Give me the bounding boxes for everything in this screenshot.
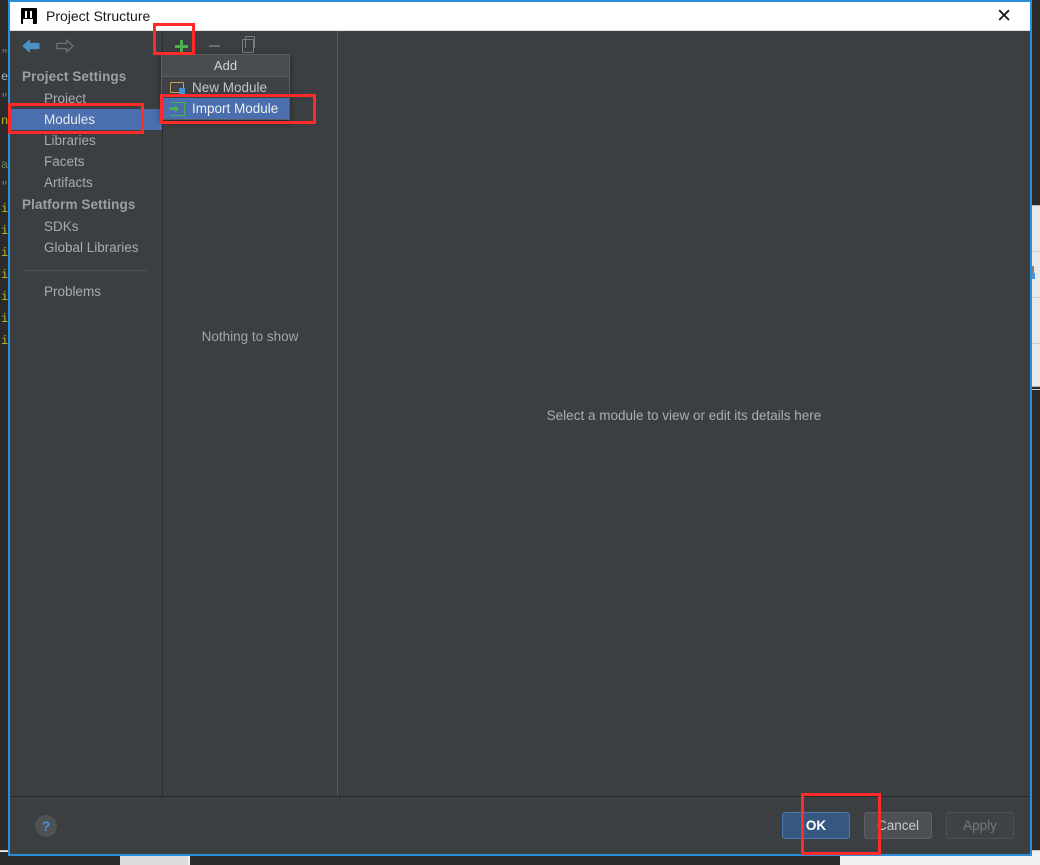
minus-icon: [209, 45, 220, 47]
sidebar-item-artifacts[interactable]: Artifacts: [10, 172, 162, 193]
cancel-button[interactable]: Cancel: [864, 812, 932, 839]
sidebar-item-global-libraries[interactable]: Global Libraries: [10, 237, 162, 258]
module-detail-panel: Select a module to view or edit its deta…: [338, 31, 1030, 796]
apply-button[interactable]: Apply: [946, 812, 1014, 839]
plus-icon: [174, 39, 189, 54]
settings-tree: Project Settings Project Modules Librari…: [10, 61, 162, 302]
copy-module-button[interactable]: [237, 36, 258, 56]
sidebar-divider: [24, 270, 148, 271]
dialog-title: Project Structure: [46, 8, 151, 24]
sidebar-item-modules[interactable]: Modules: [10, 109, 162, 130]
add-menu-title: Add: [162, 55, 289, 77]
intellij-logo-icon: [21, 8, 37, 24]
copy-icon: [241, 36, 255, 53]
import-module-icon: [169, 101, 185, 116]
add-module-button[interactable]: [171, 36, 192, 56]
navigation-row: [10, 31, 162, 61]
menu-item-import-module-label: Import Module: [192, 101, 279, 116]
forward-arrow-icon[interactable]: [55, 39, 74, 53]
tree-group-platform-settings: Platform Settings: [22, 197, 136, 212]
add-context-menu: Add New Module Import Module: [161, 54, 290, 120]
settings-sidebar: Project Settings Project Modules Librari…: [10, 31, 163, 796]
menu-item-new-module[interactable]: New Module: [162, 77, 289, 98]
menu-item-import-module[interactable]: Import Module: [162, 98, 289, 119]
sidebar-item-libraries[interactable]: Libraries: [10, 130, 162, 151]
sidebar-item-project[interactable]: Project: [10, 88, 162, 109]
dialog-body: Project Settings Project Modules Librari…: [10, 31, 1030, 796]
project-structure-dialog: Project Structure ✕ Project Settings Pro…: [8, 0, 1032, 856]
remove-module-button[interactable]: [204, 36, 225, 56]
ok-button[interactable]: OK: [782, 812, 850, 839]
modules-list-panel: Nothing to show: [163, 31, 338, 796]
menu-item-new-module-label: New Module: [192, 80, 268, 95]
close-icon[interactable]: ✕: [996, 7, 1012, 26]
dialog-footer: ? OK Cancel Apply: [10, 796, 1030, 854]
tree-group-project-settings: Project Settings: [22, 69, 127, 84]
modules-empty-message: Nothing to show: [201, 329, 299, 344]
detail-placeholder-message: Select a module to view or edit its deta…: [546, 408, 822, 423]
back-arrow-icon[interactable]: [22, 39, 41, 53]
new-module-folder-icon: [170, 81, 185, 94]
sidebar-item-facets[interactable]: Facets: [10, 151, 162, 172]
help-button[interactable]: ?: [35, 814, 57, 837]
sidebar-item-problems[interactable]: Problems: [10, 281, 162, 302]
dialog-titlebar: Project Structure ✕: [10, 2, 1030, 31]
sidebar-item-sdks[interactable]: SDKs: [10, 216, 162, 237]
screenshot-root: " e " n a " i i i i i i i Project Structure ✕: [0, 0, 1040, 865]
